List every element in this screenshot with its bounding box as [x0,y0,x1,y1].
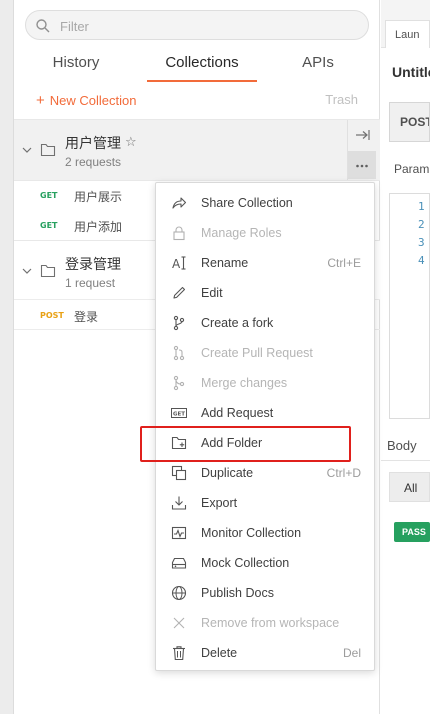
trash-icon [173,646,185,661]
menu-item-create-fork[interactable]: Create a fork [156,308,376,338]
line-number: 2 [418,218,425,231]
menu-item-label: Share Collection [201,196,293,210]
fork-icon [173,315,185,331]
ellipsis-icon [356,164,368,168]
body-editor[interactable]: 1 2 3 4 [389,193,430,419]
chevron-down-icon[interactable] [22,266,32,276]
new-collection-button[interactable]: + New Collection [36,92,136,109]
collections-toolbar: + New Collection Trash [14,88,380,112]
lock-icon [173,226,185,241]
download-icon [171,496,187,510]
star-icon[interactable]: ☆ [125,134,137,150]
line-number: 3 [418,236,425,249]
more-actions-button[interactable] [348,151,376,179]
method-badge: POST [40,311,64,320]
window-left-gutter [0,0,14,714]
menu-item-rename[interactable]: A Rename Ctrl+E [156,248,376,278]
globe-icon [171,585,187,601]
request-name: 用户添加 [74,220,123,234]
request-tab-bar: Laun [381,0,430,48]
arrow-right-bar-icon [356,130,370,140]
folder-icon [40,143,56,157]
status-badge: PASS [394,522,430,542]
collection-request-count: 1 request [65,276,116,290]
menu-item-label: Export [201,496,238,510]
menu-item-label: Duplicate [201,466,254,480]
collection-name: 用户管理 [65,135,121,151]
collection-request-count: 2 requests [65,155,122,169]
menu-item-add-request[interactable]: GET Add Request [156,398,376,428]
request-panel: Laun Untitle POST Param 1 2 3 4 Body All… [381,0,430,714]
monitor-icon [171,526,187,540]
search-icon [36,19,50,33]
line-number: 4 [418,254,425,267]
menu-item-merge-changes[interactable]: Merge changes [156,368,376,398]
get-request-icon: GET [171,408,187,418]
sidebar-tabs: History Collections APIs [14,50,380,82]
expand-collection-button[interactable] [348,121,376,149]
server-icon [171,557,187,569]
menu-item-delete[interactable]: Delete Del [156,638,376,668]
search-input[interactable] [60,16,360,36]
method-badge: GET [40,221,58,230]
new-collection-label: New Collection [49,93,137,108]
menu-item-label: Delete [201,646,238,660]
menu-item-edit[interactable]: Edit [156,278,376,308]
menu-item-share-collection[interactable]: Share Collection [156,188,376,218]
svg-text:GET: GET [173,411,185,417]
share-icon [172,197,187,209]
divider [381,460,430,461]
menu-item-label: Merge changes [201,376,288,390]
highlight-annotation [140,426,351,462]
menu-item-label: Rename [201,256,249,270]
tab-params[interactable]: Param [394,162,429,176]
duplicate-icon [171,465,187,481]
request-name: 登录 [74,310,99,324]
folder-icon [40,264,56,278]
menu-item-shortcut: Ctrl+D [326,466,361,480]
method-select[interactable]: POST [389,102,430,142]
merge-icon [173,375,185,391]
response-body-label[interactable]: Body [387,438,417,453]
tab-history[interactable]: History [38,54,114,82]
menu-item-label: Monitor Collection [201,526,302,540]
search-box[interactable] [25,10,369,40]
menu-item-label: Mock Collection [201,556,290,570]
menu-item-label: Remove from workspace [201,616,340,630]
pencil-icon [173,286,186,299]
request-name: 用户展示 [74,190,123,204]
menu-item-shortcut: Del [342,646,361,660]
collection-name: 登录管理 [65,256,121,272]
close-icon [173,617,185,629]
tab-apis[interactable]: APIs [290,54,346,82]
plus-icon: + [36,92,45,109]
pull-request-icon [173,345,185,361]
text-cursor-icon: A [172,256,186,271]
menu-item-label: Add Request [201,406,274,420]
menu-item-label: Publish Docs [201,586,274,600]
menu-item-label: Manage Roles [201,226,282,240]
svg-text:A: A [172,257,181,271]
method-badge: GET [40,191,58,200]
line-number: 1 [418,200,425,213]
filter-all-button[interactable]: All [389,472,430,502]
menu-item-duplicate[interactable]: Duplicate Ctrl+D [156,458,376,488]
menu-item-label: Edit [201,286,223,300]
menu-item-mock-collection[interactable]: Mock Collection [156,548,376,578]
menu-item-export[interactable]: Export [156,488,376,518]
menu-item-label: Create Pull Request [201,346,313,360]
menu-item-remove-from-workspace[interactable]: Remove from workspace [156,608,376,638]
menu-item-shortcut: Ctrl+E [327,256,361,270]
chevron-down-icon[interactable] [22,145,32,155]
menu-item-manage-roles[interactable]: Manage Roles [156,218,376,248]
collection-item[interactable]: 用户管理 ☆ 2 requests [14,119,380,181]
menu-item-monitor-collection[interactable]: Monitor Collection [156,518,376,548]
tab-collections[interactable]: Collections [147,54,257,82]
menu-item-publish-docs[interactable]: Publish Docs [156,578,376,608]
menu-item-label: Create a fork [201,316,274,330]
request-title[interactable]: Untitle [392,64,430,80]
trash-link[interactable]: Trash [325,92,358,107]
request-tab[interactable]: Laun [385,20,430,48]
menu-item-create-pull-request[interactable]: Create Pull Request [156,338,376,368]
